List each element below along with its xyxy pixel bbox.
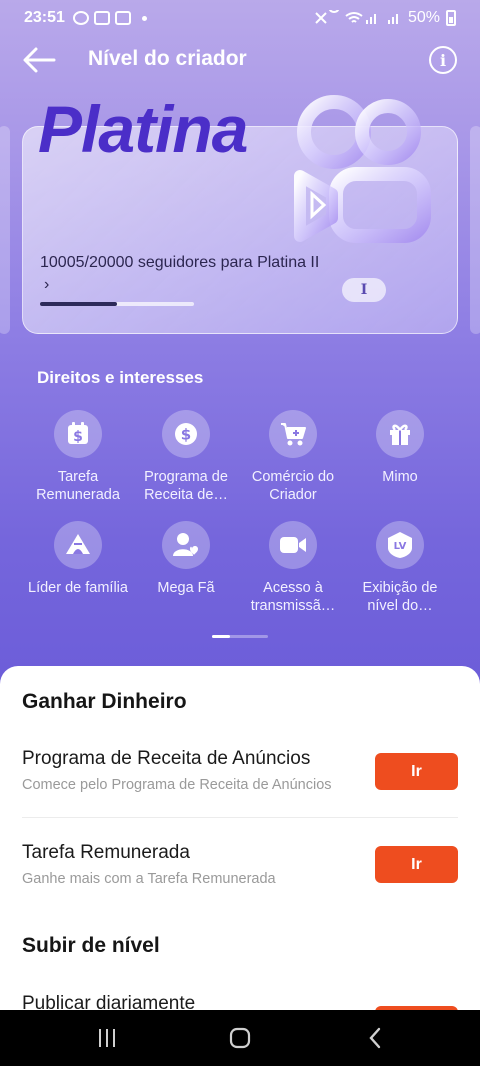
task-title: Programa de Receita de Anúncios xyxy=(22,748,311,769)
progress-bar xyxy=(40,302,194,306)
battery-percent: 50% xyxy=(407,9,440,26)
gift-icon xyxy=(376,410,424,458)
benefit-programa-receita[interactable]: $ Programa de Receita de… xyxy=(133,410,239,504)
notification-icons xyxy=(72,11,147,25)
page-title: Nível do criador xyxy=(88,47,247,70)
video-camera-icon xyxy=(269,521,317,569)
lv-badge-icon: LV xyxy=(376,521,424,569)
benefit-comercio-criador[interactable]: Comércio do Criador xyxy=(240,410,346,504)
top-bar: Nível do criador i xyxy=(0,36,480,84)
back-nav-icon[interactable] xyxy=(362,1024,390,1052)
benefit-lider-familia[interactable]: Líder de família xyxy=(25,521,131,597)
tent-icon xyxy=(54,521,102,569)
tasks-sheet: Ganhar Dinheiro Programa de Receita de A… xyxy=(0,666,480,1012)
go-button-paid-task[interactable]: Ir xyxy=(375,846,458,883)
level-name: Platina xyxy=(38,92,248,166)
benefits-title: Direitos e interesses xyxy=(37,368,204,387)
chevron-right-icon: › xyxy=(44,276,50,293)
earn-section-title: Ganhar Dinheiro xyxy=(22,690,187,713)
system-nav-bar xyxy=(0,1010,480,1066)
page-indicator xyxy=(212,635,268,638)
divider xyxy=(22,817,458,818)
benefit-label: Programa de Receita de… xyxy=(144,469,228,503)
benefit-label: Mega Fã xyxy=(157,580,215,596)
info-icon[interactable]: i xyxy=(429,46,457,74)
system-icons: 50% xyxy=(314,9,456,27)
levelup-section-title: Subir de nível xyxy=(22,934,160,957)
whatsapp-icon xyxy=(72,11,89,25)
benefit-label: Líder de família xyxy=(28,580,128,596)
voicemail-icon-2 xyxy=(114,11,131,25)
battery-icon xyxy=(446,10,456,26)
benefit-mega-fa[interactable]: Mega Fã xyxy=(133,521,239,597)
progress-fill xyxy=(40,302,117,306)
benefit-acesso-transmissao[interactable]: Acesso à transmissã… xyxy=(240,521,346,615)
user-heart-icon xyxy=(162,521,210,569)
home-icon[interactable] xyxy=(226,1024,254,1052)
recent-apps-icon[interactable] xyxy=(93,1024,121,1052)
status-bar: 23:51 50% xyxy=(0,0,480,36)
back-arrow-icon[interactable] xyxy=(22,46,56,74)
progress-link[interactable]: 10005/20000 seguidores para Platina II › xyxy=(40,252,320,296)
go-button-ad-revenue[interactable]: Ir xyxy=(375,753,458,790)
voicemail-icon xyxy=(93,11,110,25)
status-time: 23:51 xyxy=(24,9,65,26)
benefit-label: Mimo xyxy=(382,469,418,485)
benefit-label: Comércio do Criador xyxy=(251,469,335,503)
shopping-cart-icon xyxy=(269,410,317,458)
benefit-tarefa-remunerada[interactable]: $ Tarefa Remunerada xyxy=(25,410,131,504)
benefit-label: Acesso à transmissã… xyxy=(250,580,336,614)
previous-level-card[interactable] xyxy=(0,126,10,334)
more-notifications-icon xyxy=(141,15,147,21)
task-subtitle: Comece pelo Programa de Receita de Anúnc… xyxy=(22,777,332,793)
dollar-calendar-icon: $ xyxy=(54,410,102,458)
benefit-mimo[interactable]: Mimo xyxy=(347,410,453,486)
progress-text: 10005/20000 seguidores para Platina II xyxy=(40,254,320,271)
task-subtitle: Ganhe mais com a Tarefa Remunerada xyxy=(22,871,276,887)
page-indicator-active xyxy=(212,635,230,638)
benefit-exibicao-nivel[interactable]: LV Exibição de nível do… xyxy=(347,521,453,615)
svg-text:$: $ xyxy=(73,429,83,445)
svg-text:LV: LV xyxy=(394,541,407,552)
next-level-card[interactable] xyxy=(470,126,480,334)
benefit-label: Tarefa Remunerada xyxy=(36,469,120,503)
camera-badge-icon xyxy=(294,95,431,243)
tier-badge: I xyxy=(342,278,386,302)
benefit-label: Exibição de nível do… xyxy=(362,580,438,614)
task-title: Tarefa Remunerada xyxy=(22,842,190,863)
dollar-coin-icon: $ xyxy=(162,410,210,458)
svg-text:$: $ xyxy=(181,426,191,444)
signal-wifi-icons xyxy=(315,10,398,24)
